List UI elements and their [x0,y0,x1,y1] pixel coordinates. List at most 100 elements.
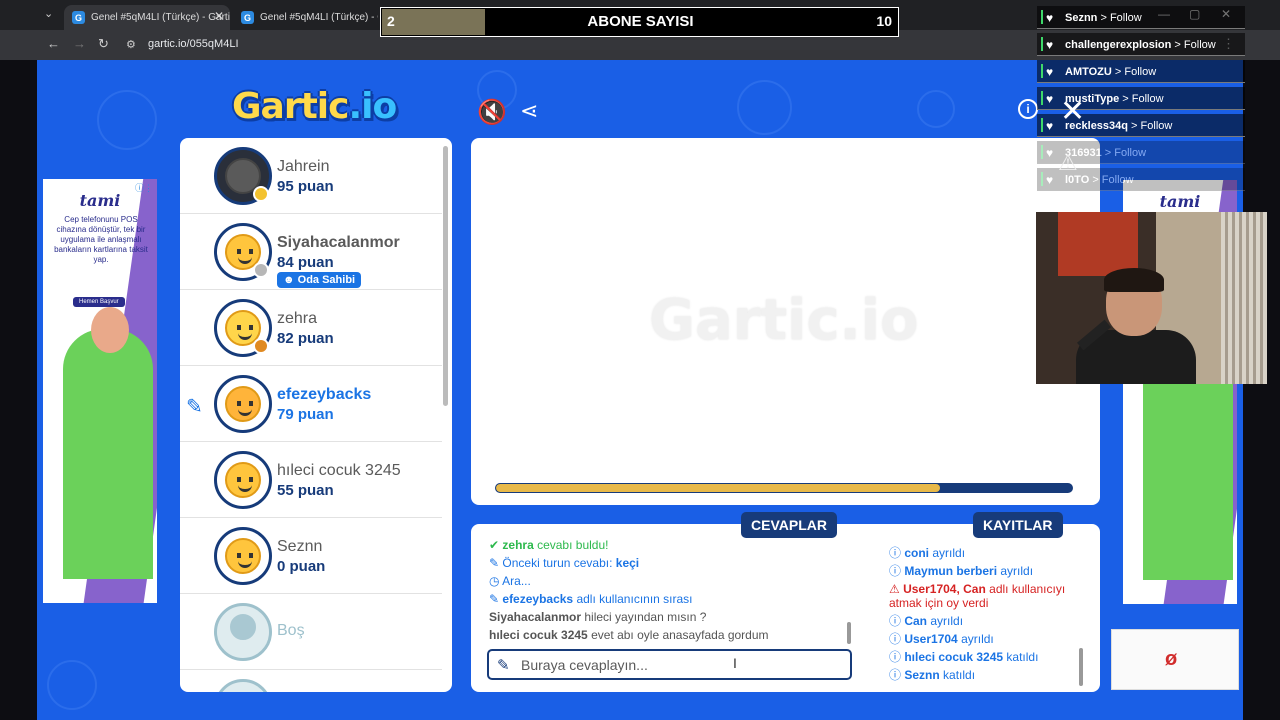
streamer-webcam [1036,212,1267,384]
follow-alert: ♥ challengerexplosion > Follow [1037,33,1245,56]
pencil-icon: ✎ [497,657,510,674]
log-line: ⓘ hıleci cocuk 3245 katıldı [889,650,1039,664]
browser-tab-2[interactable]: G Genel #5qM4LI (Türkçe) - Gartic [233,5,378,30]
ad-logo-icon: ø [1165,648,1178,670]
avatar [214,451,272,509]
heart-icon: ♥ [1046,146,1054,160]
player-name: hıleci cocuk 3245 [277,462,401,479]
answers-tab[interactable]: CEVAPLAR [741,512,837,538]
answer-line: ✎ Önceki turun cevabı: keçi [489,556,640,570]
heart-icon: ♥ [1046,65,1054,79]
site-info-icon[interactable]: ⚙ [126,38,136,51]
player-card[interactable]: Seznn 0 puan [180,518,442,594]
ad-person-image [63,329,153,579]
log-line: ⓘ coni ayrıldı [889,546,966,560]
left-ad-banner[interactable]: tami Cep telefonunu POS cihazına dönüştü… [43,179,157,603]
chat-panel: CEVAPLAR KAYITLAR ✔ zehra cevabı buldu! … [471,512,1100,692]
player-score: 84 puan [277,254,334,271]
player-name: Jahrein [277,158,330,175]
empty-slot: Boş [180,594,442,670]
avatar [214,375,272,433]
sound-muted-icon[interactable]: 🔇 [477,98,507,127]
player-card[interactable]: zehra 82 puan [180,290,442,366]
follow-alert: ♥ AMTOZU > Follow [1037,60,1245,83]
player-score: 82 puan [277,330,334,347]
share-icon[interactable]: ⋖ [520,98,538,124]
log-line: ⓘ Maymun berberi ayrıldı [889,564,1034,578]
chat-line: Siyahacalanmor hileci yayından mısın ? [489,610,707,624]
log-line: ⓘ User1704 ayrıldı [889,632,994,646]
logs-list: ⓘ coni ayrıldı ⓘ Maymun berberi ayrıldı … [889,544,1084,684]
player-card[interactable]: hıleci cocuk 3245 55 puan [180,442,442,518]
player-card[interactable]: ✎ efezeybacks 79 puan [180,366,442,442]
address-bar[interactable]: gartic.io/055qM4LI [148,38,239,50]
avatar [214,527,272,585]
answer-line: ◷ Ara... [489,574,531,588]
browser-tab-1[interactable]: G Genel #5qM4LI (Türkçe) - Gartic ✕ [64,5,230,30]
ad-cta-button[interactable]: Hemen Başvur [73,297,125,307]
player-name: zehra [277,310,318,327]
follow-alert: ♥ Seznn > Follow [1037,6,1245,29]
player-card[interactable]: Siyahacalanmor 84 puan ☻ Oda Sahibi [180,214,442,290]
forward-icon[interactable]: → [73,36,86,51]
empty-slot [180,670,442,692]
gartic-logo[interactable]: Gartic.io [232,86,397,127]
round-timer-fill [496,484,940,492]
heart-icon: ♥ [1046,119,1054,133]
chat-line: hıleci cocuk 3245 evet abı oyle anasayfa… [489,628,769,642]
answer-line: ✎ efezeybacks adlı kullanıcının sırası [489,592,693,606]
canvas-watermark: Gartic.io [649,288,919,353]
pencil-icon: ✎ [489,592,503,606]
status-dot [253,262,269,278]
empty-avatar [214,603,272,661]
close-icon[interactable]: ✕ [1060,94,1085,129]
room-owner-badge: ☻ Oda Sahibi [277,272,362,288]
ad-info-icon[interactable]: ⓘ⋮ [135,181,153,194]
kick-vote-line: ⚠ User1704, Can adlı kullanıcıyı atmak i… [889,582,1066,610]
player-name: Seznn [277,538,323,555]
subscriber-goal-bar: 2 ABONE SAYISI 10 [380,7,899,37]
status-dot [253,186,269,202]
logs-tab[interactable]: KAYITLAR [973,512,1063,538]
gartic-favicon-icon: G [72,11,85,24]
player-score: 55 puan [277,482,334,499]
answers-list: ✔ zehra cevabı buldu! ✎ Önceki turun cev… [489,538,851,644]
empty-slot-label: Boş [277,622,305,639]
player-score: 0 puan [277,558,326,575]
player-name: efezeybacks [277,386,372,403]
logs-scrollbar[interactable] [1079,648,1083,686]
answer-line: ✔ zehra cevabı buldu! [489,538,609,552]
back-icon[interactable]: ← [47,36,60,51]
log-line: ⓘ Seznn katıldı [889,668,976,682]
reload-icon[interactable]: ↻ [98,36,109,52]
pencil-icon: ✎ [489,556,503,570]
close-tab-icon[interactable]: ✕ [214,9,224,23]
ad-person-head [91,307,129,353]
players-scrollbar[interactable] [443,146,448,406]
empty-avatar [214,679,272,692]
answer-input[interactable]: ✎ Buraya cevaplayın... I [487,649,852,680]
info-icon[interactable]: i [1018,99,1038,119]
goal-target: 10 [876,13,892,29]
corner-ad[interactable]: ø [1111,629,1239,690]
player-score: 79 puan [277,406,334,423]
player-name: Siyahacalanmor [277,234,400,251]
heart-icon: ♥ [1046,38,1054,52]
ad-text: Cep telefonunu POS cihazına dönüştür, te… [54,215,148,264]
drawing-pencil-icon: ✎ [186,396,203,418]
tab-title: Genel #5qM4LI (Türkçe) - Gartic [91,12,230,23]
heart-icon: ♥ [1046,92,1054,106]
log-line: ⓘ Can ayrıldı [889,614,964,628]
answers-scrollbar[interactable] [847,622,851,644]
heart-icon: ♥ [1046,173,1054,187]
player-card[interactable]: Jahrein 95 puan [180,138,442,214]
tab-search-icon[interactable]: ⌄ [44,7,53,20]
status-dot [253,338,269,354]
tab-title: Genel #5qM4LI (Türkçe) - Gartic [260,12,378,23]
drawing-canvas[interactable]: Gartic.io [471,138,1100,505]
round-timer-bar [495,483,1073,493]
gartic-favicon-icon: G [241,11,254,24]
goal-label: ABONE SAYISI [587,13,694,30]
clock-icon: ◷ [489,574,503,588]
warning-icon[interactable]: ⚠ [1058,150,1078,176]
